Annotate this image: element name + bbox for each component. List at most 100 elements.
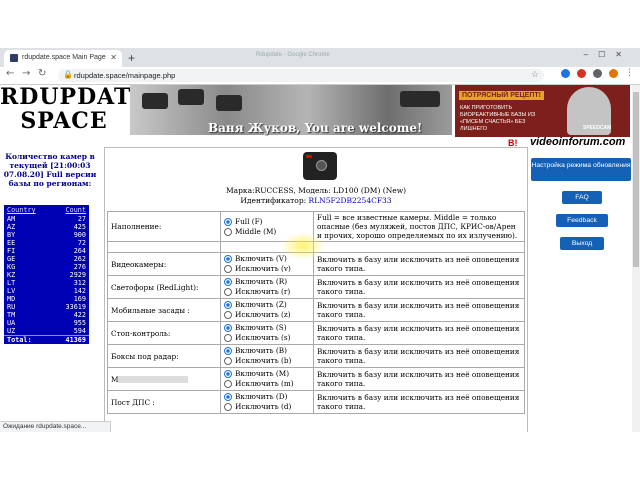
row-options: Включить (D) Исключить (d) bbox=[220, 390, 314, 414]
option-row: Пост ДПС : Включить (D) Исключить (d) Включ… bbox=[107, 390, 525, 414]
radio-icon[interactable] bbox=[224, 311, 232, 319]
row-description: Включить в базу или исключить из неё опо… bbox=[313, 275, 525, 299]
extension-icon[interactable] bbox=[577, 69, 586, 78]
country-count: 900 bbox=[73, 231, 86, 239]
fill-full-radio[interactable]: Full (F) bbox=[224, 217, 310, 227]
country-count: 955 bbox=[73, 319, 86, 327]
radio-checked-icon[interactable] bbox=[224, 255, 232, 263]
include-radio[interactable]: Включить (B) bbox=[224, 346, 310, 356]
row-description: Включить в базу или исключить из неё опо… bbox=[313, 344, 525, 368]
row-label: Боксы под радар: bbox=[107, 344, 221, 368]
videoinforum-link[interactable]: videoinforum.com bbox=[530, 136, 625, 148]
stats-row: MD 169 bbox=[4, 295, 89, 303]
avatar[interactable] bbox=[609, 69, 618, 78]
row-label: Наполнение: bbox=[107, 211, 221, 242]
new-tab-button[interactable]: + bbox=[128, 51, 135, 65]
radio-checked-icon[interactable] bbox=[224, 301, 232, 309]
row-description: Включить в базу или исключить из неё опо… bbox=[313, 252, 525, 276]
stats-row: GE 262 bbox=[4, 255, 89, 263]
close-tab-icon[interactable]: ✕ bbox=[110, 53, 117, 62]
country-count: 262 bbox=[73, 255, 86, 263]
radio-label: Включить (D) bbox=[235, 392, 288, 401]
radio-checked-icon[interactable] bbox=[224, 393, 232, 401]
exclude-radio[interactable]: Исключить (b) bbox=[224, 356, 310, 366]
letterbox-top bbox=[0, 0, 640, 48]
exclude-radio[interactable]: Исключить (d) bbox=[224, 402, 310, 412]
row-label-text: Мобильные засады : bbox=[111, 305, 190, 315]
include-radio[interactable]: Включить (M) bbox=[224, 369, 310, 379]
device-led bbox=[306, 155, 312, 158]
stats-row: AM 27 bbox=[4, 215, 89, 223]
radio-icon[interactable] bbox=[224, 288, 232, 296]
puzzle-icon[interactable] bbox=[593, 69, 602, 78]
stats-row: UZ 594 bbox=[4, 327, 89, 335]
faq-button[interactable]: FAQ bbox=[562, 191, 602, 204]
radio-label: Включить (B) bbox=[235, 346, 287, 355]
address-bar[interactable]: 🔒 rdupdate.space/mainpage.php ☆ bbox=[58, 69, 544, 82]
window-controls[interactable]: –☐✕ bbox=[584, 50, 632, 59]
radio-checked-icon[interactable] bbox=[224, 370, 232, 378]
bookmark-star-icon[interactable]: ☆ bbox=[531, 69, 539, 80]
feedback-button[interactable]: Feedback bbox=[556, 214, 608, 227]
country-code: AZ bbox=[7, 223, 16, 231]
site-logo[interactable]: RDUPDATE SPACE bbox=[0, 85, 148, 137]
country-code: MD bbox=[7, 295, 16, 303]
identifier-label: Идентификатор: bbox=[240, 196, 307, 205]
row-description: Включить в базу или исключить из неё опо… bbox=[313, 321, 525, 345]
forward-icon[interactable]: → bbox=[22, 68, 30, 79]
exclude-radio[interactable]: Исключить (s) bbox=[224, 333, 310, 343]
exclude-radio[interactable]: Исключить (v) bbox=[224, 264, 310, 274]
row-label-text: Светофоры (RedLight): bbox=[111, 282, 199, 292]
country-code: EE bbox=[7, 239, 16, 247]
radio-icon[interactable] bbox=[224, 380, 232, 388]
update-mode-settings-button[interactable]: Настройка режима обновления bbox=[531, 158, 631, 181]
exclude-radio[interactable]: Исключить (z) bbox=[224, 310, 310, 320]
radio-icon[interactable] bbox=[224, 265, 232, 273]
country-code: LT bbox=[7, 279, 16, 287]
radio-checked-icon[interactable] bbox=[224, 347, 232, 355]
country-code: KZ bbox=[7, 271, 16, 279]
row-label: Видеокамеры: bbox=[107, 252, 221, 276]
radio-checked-icon[interactable] bbox=[224, 217, 232, 226]
camera-icon bbox=[142, 93, 168, 109]
include-radio[interactable]: Включить (S) bbox=[224, 323, 310, 333]
camera-icon bbox=[400, 91, 440, 107]
radio-label: Исключить (b) bbox=[235, 356, 292, 365]
spacer bbox=[107, 241, 221, 253]
include-radio[interactable]: Включить (R) bbox=[224, 277, 310, 287]
include-radio[interactable]: Включить (Z) bbox=[224, 300, 310, 310]
menu-icon[interactable]: ⋮ bbox=[625, 68, 634, 78]
back-icon[interactable]: ← bbox=[6, 68, 14, 79]
country-count: 425 bbox=[73, 223, 86, 231]
option-row: Боксы под радар: Включить (B) Исключить (b… bbox=[107, 344, 525, 368]
radio-label: Исключить (r) bbox=[235, 287, 291, 296]
country-count: 72 bbox=[77, 239, 86, 247]
reload-icon[interactable]: ↻ bbox=[38, 68, 46, 79]
row-label-text: М bbox=[111, 374, 119, 384]
radio-checked-icon[interactable] bbox=[224, 324, 232, 332]
radio-icon[interactable] bbox=[224, 227, 232, 236]
scrollbar-thumb[interactable] bbox=[633, 92, 639, 267]
exit-button[interactable]: Выход bbox=[560, 237, 604, 250]
stats-header: Country Count bbox=[4, 205, 89, 215]
radio-icon[interactable] bbox=[224, 334, 232, 342]
row-label-text: Видеокамеры: bbox=[111, 259, 167, 269]
browser-tab[interactable]: rdupdate.space Main Page ✕ bbox=[4, 50, 122, 67]
radio-icon[interactable] bbox=[224, 403, 232, 411]
ad-text: КАК ПРИГОТОВИТЬ БИОРЕАКТИВНЫЕ БАЗЫ ИЗ «П… bbox=[460, 105, 536, 132]
extension-icon[interactable] bbox=[561, 69, 570, 78]
col-country: Country bbox=[7, 206, 36, 214]
radio-checked-icon[interactable] bbox=[224, 278, 232, 286]
radio-label: Middle (M) bbox=[235, 226, 277, 236]
country-count: 422 bbox=[73, 311, 86, 319]
window-title: Rdupdate - Google Chrome bbox=[256, 52, 330, 58]
exclude-radio[interactable]: Исключить (r) bbox=[224, 287, 310, 297]
radio-icon[interactable] bbox=[224, 357, 232, 365]
letterbox-bottom bbox=[0, 432, 640, 480]
camera-icon bbox=[178, 89, 204, 105]
exclude-radio[interactable]: Исключить (m) bbox=[224, 379, 310, 389]
ad-banner[interactable]: ПОТРЯСНЫЙ РЕЦЕПТ! КАК ПРИГОТОВИТЬ БИОРЕА… bbox=[455, 85, 630, 137]
region-count-heading: Количество камер в текущей [21:00:03 07.… bbox=[3, 152, 97, 188]
include-radio[interactable]: Включить (D) bbox=[224, 392, 310, 402]
blurred-text bbox=[118, 376, 189, 383]
